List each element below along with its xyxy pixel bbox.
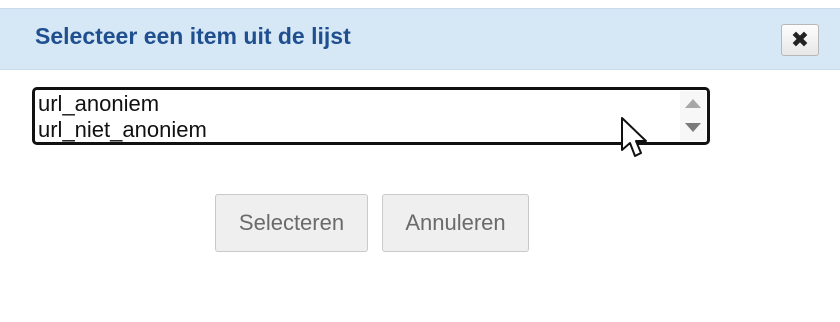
- listbox-items: url_anoniem url_niet_anoniem: [38, 91, 675, 142]
- listbox-scrollbar[interactable]: [680, 91, 706, 141]
- cancel-button[interactable]: Annuleren: [382, 194, 529, 252]
- mouse-pointer-icon: [621, 117, 647, 157]
- select-item-dialog: Selecteer een item uit de lijst ✖ url_an…: [0, 0, 840, 322]
- item-listbox[interactable]: url_anoniem url_niet_anoniem: [32, 87, 710, 145]
- list-item[interactable]: url_niet_anoniem: [38, 117, 675, 142]
- close-button[interactable]: ✖: [781, 24, 819, 56]
- list-item[interactable]: url_anoniem: [38, 91, 675, 117]
- scroll-up-arrow-icon[interactable]: [685, 99, 701, 108]
- select-button[interactable]: Selecteren: [215, 194, 368, 252]
- dialog-titlebar: Selecteer een item uit de lijst ✖: [0, 8, 840, 70]
- close-icon: ✖: [790, 27, 810, 52]
- dialog-title: Selecteer een item uit de lijst: [35, 23, 351, 49]
- scroll-down-arrow-icon[interactable]: [685, 123, 701, 132]
